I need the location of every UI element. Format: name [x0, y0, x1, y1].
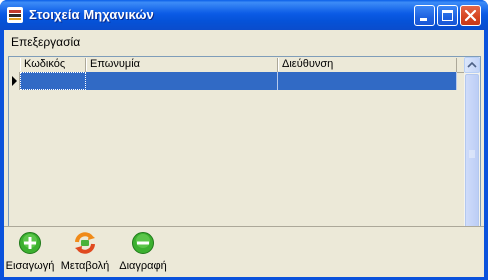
grid-header: Κωδικός Επωνυμία Διεύθυνση: [9, 57, 468, 73]
close-button[interactable]: [460, 5, 481, 26]
column-header-address[interactable]: Διεύθυνση: [278, 58, 457, 72]
menu-bar: Επεξεργασία: [4, 30, 484, 52]
toolbar: Εισαγωγή Μεταβολή Διαγραφή: [4, 226, 484, 277]
cell-address[interactable]: [278, 72, 457, 90]
app-window: Στοιχεία Μηχανικών Επεξεργασία Κωδικός Ε…: [0, 0, 488, 280]
remove-icon: [132, 232, 154, 254]
data-grid[interactable]: Κωδικός Επωνυμία Διεύθυνση: [8, 56, 481, 252]
column-header-name[interactable]: Επωνυμία: [86, 58, 278, 72]
column-header-code[interactable]: Κωδικός: [20, 58, 86, 72]
insert-button[interactable]: Εισαγωγή: [4, 231, 56, 272]
menu-item-edit[interactable]: Επεξεργασία: [11, 35, 80, 49]
scroll-up-button[interactable]: [464, 57, 480, 73]
cell-name[interactable]: [86, 72, 278, 90]
vertical-scrollbar[interactable]: [464, 57, 480, 251]
chevron-up-icon: [467, 61, 477, 68]
table-row[interactable]: [20, 72, 457, 90]
insert-label: Εισαγωγή: [5, 260, 55, 272]
app-icon[interactable]: [7, 7, 23, 23]
add-icon: [19, 232, 41, 254]
close-icon: [464, 9, 477, 22]
window-title: Στοιχεία Μηχανικών: [29, 7, 154, 22]
refresh-edit-icon: [75, 232, 95, 254]
title-bar[interactable]: Στοιχεία Μηχανικών: [0, 0, 488, 30]
minimize-icon: [420, 18, 427, 21]
maximize-icon: [442, 10, 453, 21]
delete-button[interactable]: Διαγραφή: [115, 231, 171, 272]
edit-button[interactable]: Μεταβολή: [58, 231, 112, 272]
grip-icon: [469, 150, 475, 158]
client-area: Επεξεργασία Κωδικός Επωνυμία Διεύθυνση Ε…: [4, 30, 484, 277]
row-indicator[interactable]: [9, 72, 20, 90]
maximize-button[interactable]: [437, 5, 458, 26]
minimize-button[interactable]: [414, 5, 435, 26]
scroll-thumb[interactable]: [465, 74, 479, 234]
cell-code[interactable]: [20, 72, 86, 90]
edit-label: Μεταβολή: [60, 260, 110, 272]
current-row-arrow-icon: [12, 76, 17, 86]
delete-label: Διαγραφή: [119, 260, 167, 272]
